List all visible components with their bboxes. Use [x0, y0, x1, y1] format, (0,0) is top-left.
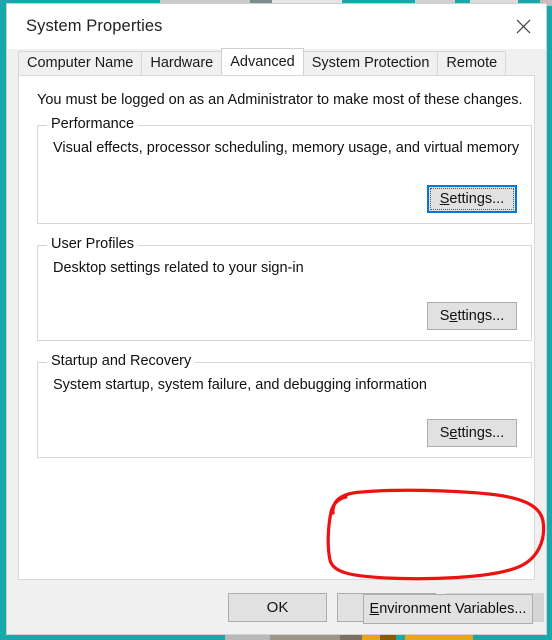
user-profiles-settings-accel: e	[449, 308, 458, 324]
user-profiles-settings-button[interactable]: Se ttings...	[427, 302, 517, 330]
group-user-profiles: User Profiles Desktop settings related t…	[37, 236, 532, 341]
background-window-fragment	[380, 635, 396, 640]
tab-computer-name[interactable]: Computer Name	[18, 51, 143, 75]
startup-settings-button[interactable]: Se ttings...	[427, 419, 517, 447]
environment-variables-button[interactable]: Environment Variables...	[363, 594, 533, 624]
performance-settings-label: ettings...	[449, 191, 505, 207]
background-window-fragment	[405, 635, 473, 640]
tab-remote[interactable]: Remote	[437, 51, 507, 75]
performance-settings-button[interactable]: Settings...	[427, 185, 517, 213]
user-profiles-settings-label: ttings...	[457, 308, 505, 324]
page-title: System Properties	[26, 17, 163, 35]
background-window-fragment	[340, 635, 362, 640]
admin-notice-text: You must be logged on as an Administrato…	[37, 92, 523, 108]
background-window-fragment	[225, 635, 270, 640]
startup-settings-label: ttings...	[457, 425, 505, 441]
tab-strip: Computer Name Hardware Advanced System P…	[7, 48, 546, 75]
tab-page-advanced: You must be logged on as an Administrato…	[18, 75, 535, 624]
performance-settings-accel: S	[439, 191, 450, 207]
group-startup-description: System startup, system failure, and debu…	[53, 377, 427, 393]
group-performance-title: Performance	[47, 116, 139, 132]
system-properties-dialog: System Properties Computer Name Hardware…	[6, 3, 547, 635]
startup-settings-accel: e	[449, 425, 458, 441]
group-user-profiles-title: User Profiles	[47, 236, 138, 252]
background-window-fragment	[362, 635, 380, 640]
startup-settings-prefix: S	[439, 425, 450, 441]
background-window-fragment	[270, 635, 340, 640]
tab-advanced[interactable]: Advanced	[221, 48, 304, 75]
close-icon[interactable]	[500, 4, 546, 49]
environment-variables-label: nvironment Variables...	[379, 601, 527, 617]
group-startup-and-recovery: Startup and Recovery System startup, sys…	[37, 353, 532, 458]
tab-system-protection[interactable]: System Protection	[302, 51, 439, 75]
group-performance-description: Visual effects, processor scheduling, me…	[53, 140, 520, 156]
ok-button[interactable]: OK	[228, 593, 327, 622]
group-performance: Performance Visual effects, processor sc…	[37, 116, 532, 224]
environment-variables-accel: E	[369, 601, 380, 617]
user-profiles-settings-prefix: S	[439, 308, 450, 324]
tab-hardware[interactable]: Hardware	[141, 51, 223, 75]
group-startup-title: Startup and Recovery	[47, 353, 196, 369]
group-user-profiles-description: Desktop settings related to your sign-in	[53, 260, 304, 276]
title-bar: System Properties	[7, 4, 546, 49]
